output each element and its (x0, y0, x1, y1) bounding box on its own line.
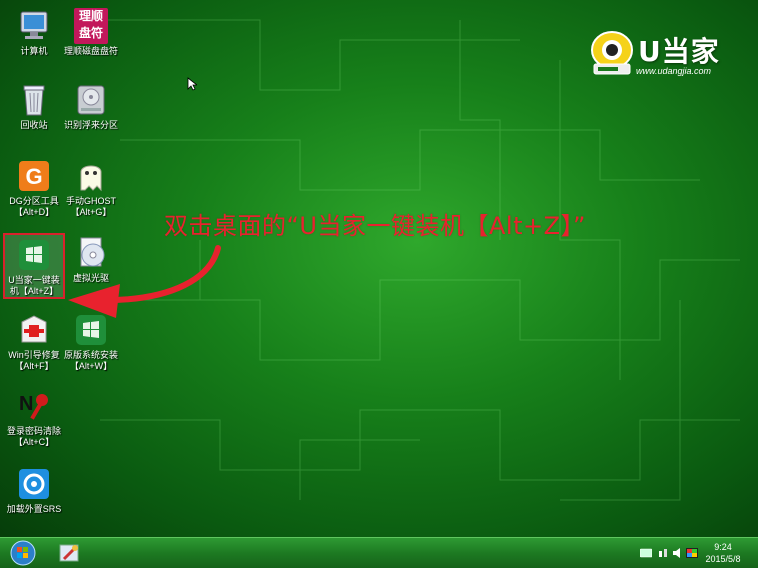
desktop-icon-hard-drive[interactable]: 识别浮来分区 (61, 82, 121, 131)
icon-label: 手动GHOST (65, 196, 116, 206)
disk-order-icon: 理顺 盘符 (74, 8, 108, 44)
icon-label: 登录密码清除 (6, 426, 61, 436)
desktop-icon-ghost[interactable]: 手动GHOST 【Alt+G】 (61, 158, 121, 218)
icon-label: Win引导修复 (8, 350, 60, 360)
icon-sublabel: 【Alt+W】 (69, 361, 113, 371)
volume-icon[interactable] (672, 548, 684, 558)
icon-sublabel: 【Alt+C】 (13, 437, 55, 447)
desktop-icon-disk-order[interactable]: 理顺 盘符 理顺磁盘盘符 (61, 8, 121, 57)
mouse-cursor-icon (187, 77, 197, 91)
network-icon[interactable] (658, 548, 670, 558)
icon-sublabel: 【Alt+F】 (14, 361, 54, 371)
icon-label: 原版系统安装 (63, 350, 118, 360)
desktop-icon-computer[interactable]: 计算机 (4, 8, 64, 57)
desktop-icon-boot-repair[interactable]: Win引导修复 【Alt+F】 (4, 312, 64, 372)
instruction-text: 双击桌面的“U当家一键装机【Alt+Z】” (164, 212, 586, 240)
desktop-icon-recycle-bin[interactable]: 回收站 (4, 82, 64, 131)
icon-label: 理顺磁盘盘符 (63, 46, 118, 56)
desktop-icon-password-clear[interactable]: N 登录密码清除 【Alt+C】 (4, 388, 64, 448)
srs-load-icon (16, 466, 52, 502)
udangjia-mascot-icon (591, 31, 633, 75)
boot-repair-icon (16, 312, 52, 348)
desktop-icon-udangjia-install[interactable]: U当家一键装 机【Alt+Z】 (3, 233, 65, 299)
icon-label: 加载外置SRS (6, 504, 62, 514)
start-button[interactable] (8, 539, 38, 567)
icon-label: U当家一键装 (8, 275, 60, 285)
recycle-bin-icon (16, 82, 52, 118)
keyboard-icon[interactable] (640, 548, 652, 558)
brand-url: www.udangjia.com (636, 66, 712, 76)
computer-icon (16, 8, 52, 44)
clock-time: 9:24 (714, 542, 732, 552)
taskbar-app-button[interactable] (58, 541, 82, 565)
hard-drive-icon (73, 82, 109, 118)
desktop[interactable]: U当家 www.udangjia.com 计算机 理顺 盘符 理顺磁盘盘符 回收… (0, 0, 758, 537)
brand-logo: U当家 www.udangjia.com (588, 28, 738, 80)
udangjia-install-icon (16, 237, 52, 273)
red-arrow-icon (68, 245, 221, 318)
icon-label: 识别浮来分区 (63, 120, 118, 130)
svg-text:N: N (19, 393, 33, 415)
diskgenius-icon: G (16, 158, 52, 194)
clock-date: 2015/5/8 (705, 554, 741, 564)
action-center-icon[interactable] (686, 548, 698, 558)
desktop-icon-dg-partition[interactable]: G DG分区工具 【Alt+D】 (4, 158, 64, 218)
badge-line1: 理顺 (78, 9, 103, 23)
taskbar-clock[interactable]: 9:24 2015/5/8 (700, 541, 746, 565)
svg-text:G: G (25, 164, 42, 189)
icon-label: 回收站 (20, 120, 48, 130)
windows-start-icon (10, 540, 36, 566)
taskbar-tool-icon (59, 544, 79, 562)
icon-label: 计算机 (20, 46, 48, 56)
password-clear-icon: N (16, 388, 52, 424)
brand-name: U当家 (638, 35, 720, 68)
desktop-icon-srs-load[interactable]: 加载外置SRS (4, 466, 64, 515)
icon-sublabel: 机【Alt+Z】 (9, 286, 59, 296)
taskbar: 9:24 2015/5/8 (0, 537, 758, 568)
badge-line2: 盘符 (78, 26, 103, 40)
icon-sublabel: 【Alt+D】 (13, 207, 55, 217)
icon-sublabel: 【Alt+G】 (70, 207, 112, 217)
icon-label: DG分区工具 (9, 196, 59, 206)
ghost-icon (73, 158, 109, 194)
